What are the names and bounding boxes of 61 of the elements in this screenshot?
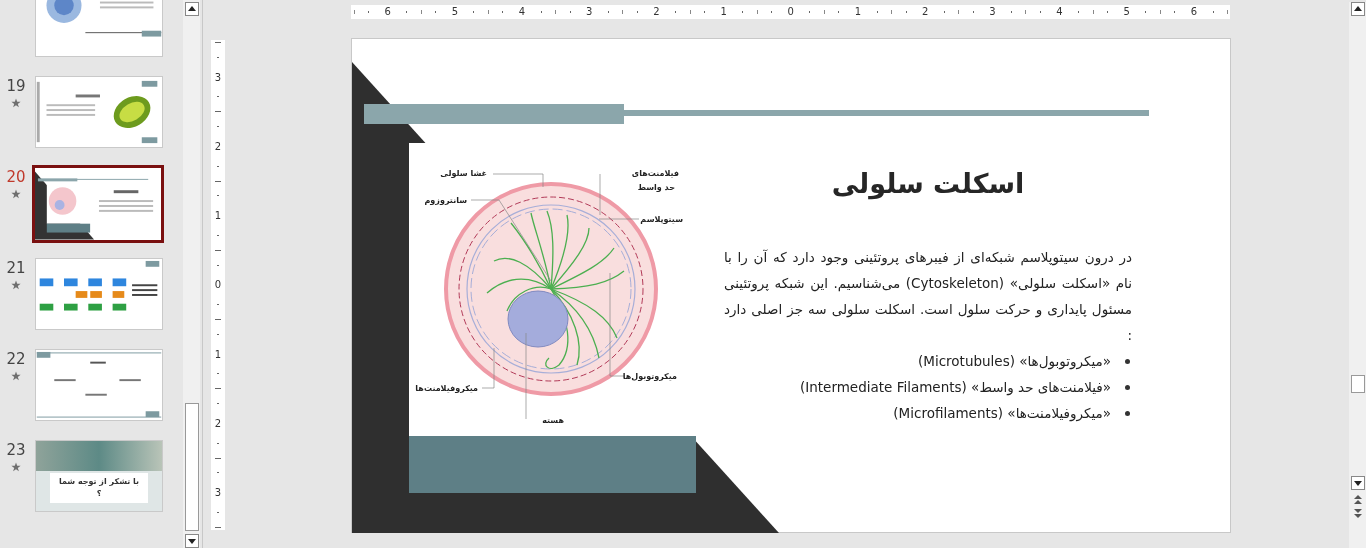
slide-number: 19: [6, 78, 26, 94]
ruler-number: 3: [988, 6, 997, 18]
diagram-label: میکروفیلامنت‌ها: [415, 384, 478, 393]
ruler-number: 1: [719, 6, 728, 18]
diagram-label: سانتروزوم: [424, 196, 467, 205]
ruler-number: 0: [214, 279, 222, 291]
bullet-icon: [1125, 384, 1130, 390]
scroll-thumb[interactable]: [184, 403, 199, 531]
ruler-number: 3: [214, 487, 222, 499]
scroll-up-icon[interactable]: [184, 2, 199, 16]
slide-number: 23: [6, 442, 26, 458]
closing-text: ؟: [96, 488, 102, 500]
star-icon: [11, 462, 21, 472]
ruler-number: 4: [1055, 6, 1064, 18]
bullet-icon: [1125, 410, 1130, 416]
star-icon: [11, 98, 21, 108]
ruler-number: 2: [920, 6, 930, 18]
scroll-thumb[interactable]: [1350, 375, 1365, 393]
star-icon: [11, 280, 21, 290]
body-paragraph: در درون سیتوپلاسم شبکه‌ای از فیبرهای پروتئینی وجود دارد که آن را با نام «اسکلت سلولی» (Cytoskeleton) می‌شناسیم. این شبکه پروتئینی مسئول پایداری و حرکت سلول است. اسکلت سلولی سه جز اصلی دارد :: [724, 248, 1132, 345]
scroll-down-icon[interactable]: [184, 534, 199, 548]
leader-line: [599, 173, 601, 216]
ruler-number: 2: [214, 140, 222, 152]
diagram-label: میکروتوبول‌ها: [622, 372, 677, 381]
slide-thumbnail[interactable]: با تشکر از توجه شما ؟: [35, 440, 163, 512]
slide-title: اسکلت سلولی: [830, 167, 1026, 202]
ruler-number: 0: [786, 6, 795, 18]
slide-thumbnail[interactable]: [32, 165, 164, 243]
star-icon: [11, 189, 21, 199]
leader-line: [481, 347, 495, 389]
ruler-number: 3: [585, 6, 594, 18]
bullet-text: «میکروتوبول‌ها» (Microtubules): [918, 353, 1111, 369]
scroll-down-icon[interactable]: [1350, 476, 1365, 490]
slide-number: 21: [6, 260, 26, 276]
diagram-label: غشا سلولی: [440, 169, 487, 178]
ruler-number: 2: [214, 417, 222, 429]
diagram-label: سیتوپلاسم: [640, 215, 683, 224]
closing-text: با تشکر از توجه شما: [58, 476, 140, 488]
ruler-number: 6: [1189, 6, 1199, 18]
diagram-label: حد واسط: [637, 183, 675, 192]
ruler-number: 5: [1122, 6, 1131, 18]
ruler-number: 4: [517, 6, 527, 18]
diagram-label: هسته: [542, 416, 564, 425]
ruler-number: 3: [214, 71, 222, 83]
ruler-number: 1: [853, 6, 863, 18]
ruler-number: 2: [652, 6, 661, 18]
bullet-text: «میکروفیلامنت‌ها» (Microfilaments): [893, 405, 1111, 421]
leader-line: [492, 173, 544, 188]
star-icon: [11, 371, 21, 381]
ruler-number: 5: [450, 6, 460, 18]
ruler-number: 6: [383, 6, 392, 18]
ruler-number: 1: [214, 348, 222, 360]
bullet-text: «فیلامنت‌های حد واسط» (Intermediate Filaments): [800, 379, 1111, 395]
slide-number: 20: [6, 169, 26, 185]
ruler-number: 1: [214, 210, 222, 222]
bullet-icon: [1125, 358, 1130, 364]
leader-line: [598, 218, 640, 220]
scrollbar[interactable]: [183, 0, 200, 548]
slide-number: 22: [6, 351, 26, 367]
scroll-up-icon[interactable]: [1350, 2, 1365, 16]
diagram-label: فیلامنت‌های: [631, 169, 679, 178]
